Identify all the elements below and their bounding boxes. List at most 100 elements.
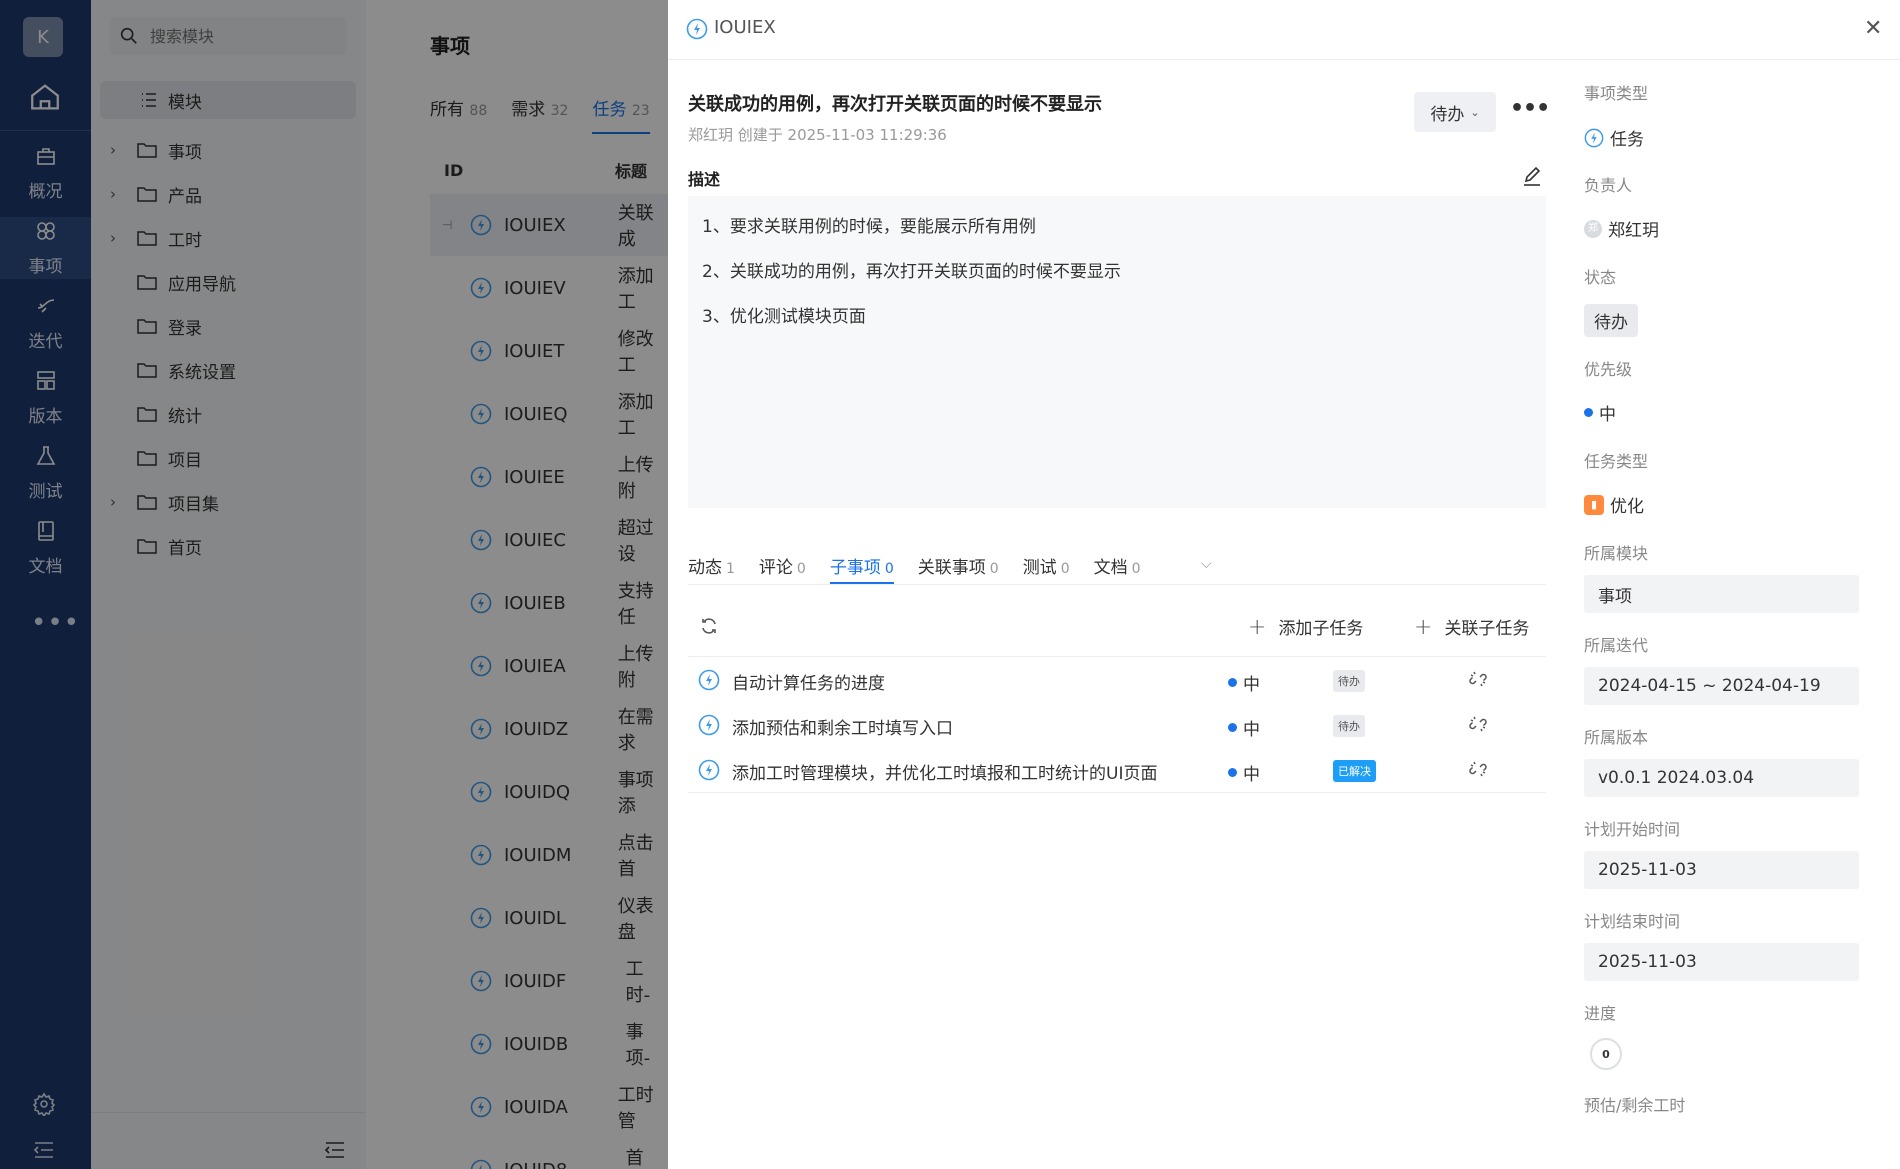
link-subtask-button[interactable]: + 关联子任务 xyxy=(1414,614,1529,640)
refresh-icon[interactable] xyxy=(699,616,719,636)
type-text: 任务 xyxy=(1610,130,1644,150)
status-badge: 待办 xyxy=(1333,715,1365,737)
task-type-value[interactable]: ▮ 优化 xyxy=(1584,492,1644,517)
close-icon[interactable]: ✕ xyxy=(1864,16,1882,41)
sprint-label: 所属迭代 xyxy=(1584,636,1649,655)
detail-tab[interactable]: 关联事项 0 xyxy=(918,553,999,584)
detail-tab-label: 关联事项 xyxy=(917,558,986,578)
start-date-label: 计划开始时间 xyxy=(1584,820,1681,839)
optimize-icon: ▮ xyxy=(1584,494,1604,515)
progress-label: 进度 xyxy=(1584,1004,1617,1023)
priority-text: 中 xyxy=(1243,720,1260,740)
end-date-field[interactable]: 2025-11-03 xyxy=(1584,943,1859,981)
add-subtask-button[interactable]: + 添加子任务 xyxy=(1248,614,1363,640)
task-icon xyxy=(686,18,708,40)
status-label: 待办 xyxy=(1430,104,1465,125)
type-label: 事项类型 xyxy=(1584,84,1649,103)
avatar: 郑 xyxy=(1584,219,1602,238)
owner-label: 负责人 xyxy=(1584,176,1633,195)
detail-tab[interactable]: 子事项 0 xyxy=(829,553,894,584)
detail-tab-count: 1 xyxy=(726,561,735,577)
detail-tab-count: 0 xyxy=(1060,561,1070,577)
module-label: 所属模块 xyxy=(1584,544,1649,563)
subtask-name[interactable]: 添加工时管理模块，并优化工时填报和工时统计的UI页面 xyxy=(732,759,1157,784)
task-icon xyxy=(698,669,720,691)
detail-tabs: 动态 1 评论 0 子事项 0 关联事项 0 测试 0 文档 0 xyxy=(688,553,1546,585)
issue-code: IOUIEX xyxy=(714,17,776,38)
estimate-label: 预估/剩余工时 xyxy=(1584,1096,1686,1115)
more-actions-icon[interactable]: ••• xyxy=(1510,96,1550,121)
detail-tab-label: 评论 xyxy=(758,558,793,578)
priority-value[interactable]: 中 xyxy=(1584,400,1616,425)
priority-label: 优先级 xyxy=(1584,360,1633,379)
sprint-field[interactable]: 2024-04-15 ~ 2024-04-19 xyxy=(1584,667,1859,705)
module-field[interactable]: 事项 xyxy=(1584,575,1859,613)
subtask-row[interactable]: 自动计算任务的进度 中 待办 xyxy=(688,658,1546,703)
task-icon xyxy=(698,759,720,781)
subtask-name[interactable]: 自动计算任务的进度 xyxy=(732,669,885,694)
type-value[interactable]: 任务 xyxy=(1584,125,1644,150)
issue-meta: 郑红玥 创建于 2025-11-03 11:29:36 xyxy=(688,126,947,144)
subtask-name[interactable]: 添加预估和剩余工时填写入口 xyxy=(732,714,953,739)
subtask-priority: 中 xyxy=(1228,715,1260,740)
description-line: 3、优化测试模块页面 xyxy=(702,307,866,327)
task-icon xyxy=(1584,128,1604,147)
status-badge: 已解决 xyxy=(1333,760,1376,782)
description-label: 描述 xyxy=(688,170,721,189)
detail-tab[interactable]: 测试 0 xyxy=(1023,553,1070,584)
subtask-row[interactable]: 添加工时管理模块，并优化工时填报和工时统计的UI页面 中 已解决 xyxy=(688,748,1546,793)
task-icon xyxy=(698,714,720,736)
unlink-icon[interactable] xyxy=(1468,714,1488,734)
progress-ring[interactable]: 0 xyxy=(1590,1038,1622,1070)
detail-tab-count: 0 xyxy=(1131,561,1141,577)
detail-tab-label: 子事项 xyxy=(829,558,881,578)
plus-icon: + xyxy=(1414,615,1433,640)
detail-tab[interactable]: 评论 0 xyxy=(759,553,806,584)
version-field[interactable]: v0.0.1 2024.03.04 xyxy=(1584,759,1859,797)
subtask-priority: 中 xyxy=(1228,760,1260,785)
issue-title[interactable]: 关联成功的用例，再次打开关联页面的时候不要显示 xyxy=(688,90,1102,116)
priority-text: 中 xyxy=(1243,675,1260,695)
detail-tab-count: 0 xyxy=(989,561,999,577)
chevron-down-icon: ⌄ xyxy=(1470,105,1480,119)
priority-dot-icon xyxy=(1228,678,1237,687)
detail-tab-count: 0 xyxy=(796,561,806,577)
priority-text: 中 xyxy=(1599,405,1616,425)
description-content[interactable]: 1、要求关联用例的时候，要能展示所有用例 2、关联成功的用例，再次打开关联页面的时… xyxy=(688,196,1546,508)
status-attr-label: 状态 xyxy=(1584,268,1617,287)
add-subtask-label: 添加子任务 xyxy=(1278,619,1364,639)
priority-dot-icon xyxy=(1584,408,1593,417)
unlink-icon[interactable] xyxy=(1468,669,1488,689)
subtask-toolbar: + 添加子任务 + 关联子任务 xyxy=(688,605,1546,657)
description-line: 1、要求关联用例的时候，要能展示所有用例 xyxy=(702,217,1036,237)
chevron-down-icon[interactable]: ⌵ xyxy=(1201,556,1212,572)
priority-dot-icon xyxy=(1228,723,1237,732)
drawer-header: IOUIEX ✕ xyxy=(668,0,1900,60)
owner-value[interactable]: 郑 郑红玥 xyxy=(1584,216,1659,241)
detail-tab-count: 0 xyxy=(884,561,894,577)
priority-text: 中 xyxy=(1243,765,1260,785)
detail-tab[interactable]: 文档 0 xyxy=(1094,553,1141,584)
edit-icon[interactable] xyxy=(1520,165,1544,189)
detail-tab-label: 测试 xyxy=(1022,558,1057,578)
version-label: 所属版本 xyxy=(1584,728,1649,747)
end-date-label: 计划结束时间 xyxy=(1584,912,1681,931)
subtask-priority: 中 xyxy=(1228,670,1260,695)
unlink-icon[interactable] xyxy=(1468,759,1488,779)
status-attr-value[interactable]: 待办 xyxy=(1584,304,1638,337)
start-date-field[interactable]: 2025-11-03 xyxy=(1584,851,1859,889)
description-line: 2、关联成功的用例，再次打开关联页面的时候不要显示 xyxy=(702,262,1121,282)
status-badge: 待办 xyxy=(1584,304,1638,337)
priority-dot-icon xyxy=(1228,768,1237,777)
owner-text: 郑红玥 xyxy=(1608,221,1659,241)
detail-tab[interactable]: 动态 1 xyxy=(688,553,735,584)
modal-overlay[interactable] xyxy=(0,0,668,1169)
task-type-text: 优化 xyxy=(1610,497,1644,517)
plus-icon: + xyxy=(1248,615,1267,640)
task-type-label: 任务类型 xyxy=(1584,452,1649,471)
subtask-row[interactable]: 添加预估和剩余工时填写入口 中 待办 xyxy=(688,703,1546,748)
link-subtask-label: 关联子任务 xyxy=(1444,619,1530,639)
status-dropdown[interactable]: 待办 ⌄ xyxy=(1414,92,1496,132)
detail-tab-label: 文档 xyxy=(1093,558,1128,578)
detail-tab-label: 动态 xyxy=(688,558,722,578)
